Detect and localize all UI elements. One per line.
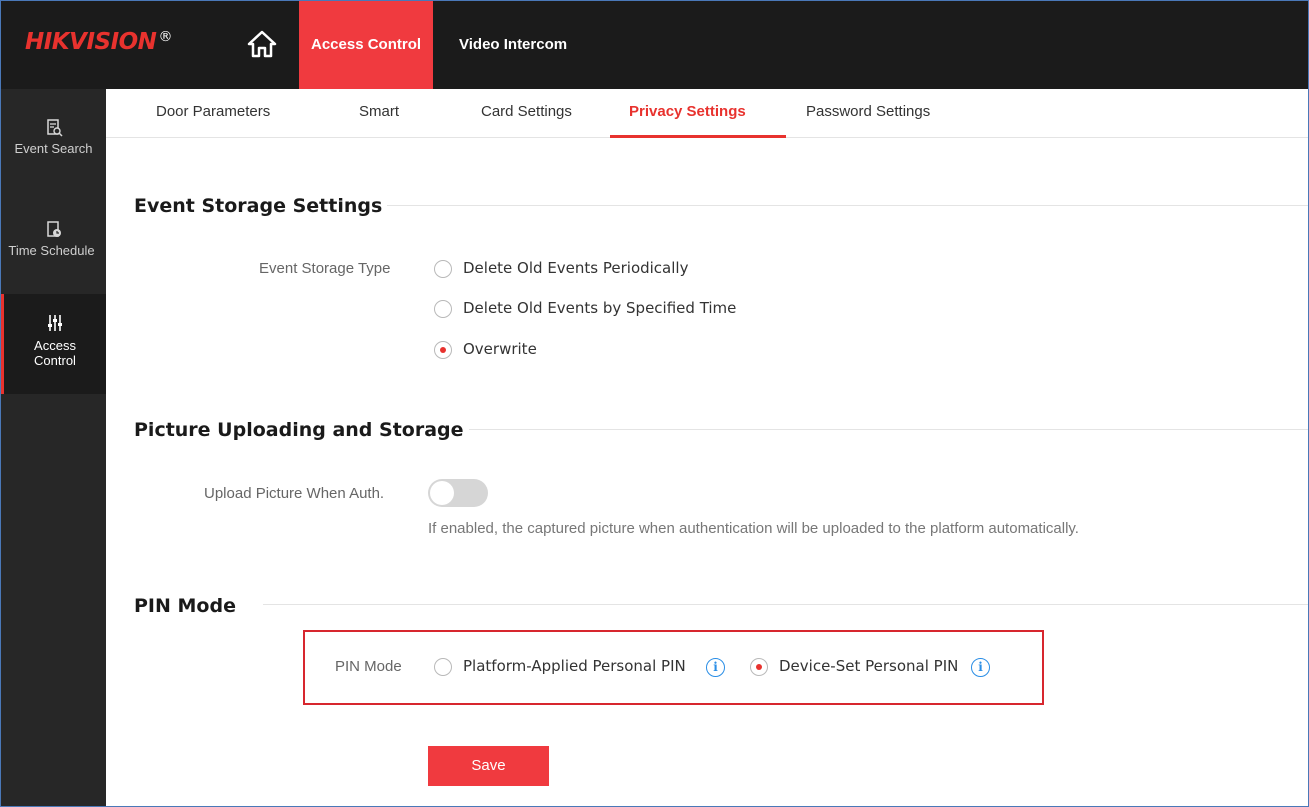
info-icon[interactable]: i	[971, 658, 990, 677]
info-icon[interactable]: i	[706, 658, 725, 677]
sidebar-item-label-line1: Access	[34, 338, 76, 353]
logo-registered-mark: ®	[158, 29, 172, 45]
upload-picture-toggle[interactable]	[428, 479, 488, 507]
sidebar-item-event-search[interactable]: Event Search	[1, 119, 106, 179]
option-label[interactable]: Delete Old Events Periodically	[463, 259, 688, 277]
event-storage-type-label: Event Storage Type	[259, 260, 391, 277]
sidebar: Event Search Time Schedule Access Contro…	[1, 89, 106, 806]
tab-access-control[interactable]: Access Control	[299, 1, 434, 89]
tab-password-settings[interactable]: Password Settings	[806, 103, 930, 120]
top-navigation-bar: HIKVISION ® Access Control Video Intercom	[1, 1, 1308, 89]
radio-delete-periodically[interactable]	[434, 260, 452, 278]
sliders-icon	[46, 314, 64, 332]
settings-tabs: Door Parameters Smart Card Settings Priv…	[106, 89, 1308, 138]
pin-mode-label: PIN Mode	[335, 658, 402, 675]
radio-overwrite[interactable]	[434, 341, 452, 359]
tab-privacy-settings[interactable]: Privacy Settings	[629, 103, 746, 120]
sidebar-item-label: Time Schedule	[8, 243, 95, 258]
event-search-icon	[45, 119, 63, 137]
radio-platform-applied-pin[interactable]	[434, 658, 452, 676]
sidebar-item-label-line2: Control	[34, 353, 76, 368]
time-schedule-icon	[45, 221, 63, 239]
sidebar-item-label: Event Search	[14, 141, 93, 156]
logo-part-hik: HIK	[25, 29, 70, 55]
app-window: HIKVISION ® Access Control Video Intercom…	[0, 0, 1309, 807]
save-button[interactable]: Save	[428, 746, 549, 786]
option-label[interactable]: Delete Old Events by Specified Time	[463, 299, 736, 317]
section-divider	[387, 205, 1308, 206]
toggle-knob	[430, 481, 454, 505]
tab-card-settings[interactable]: Card Settings	[481, 103, 572, 120]
option-label[interactable]: Platform-Applied Personal PIN	[463, 657, 686, 675]
tab-smart[interactable]: Smart	[359, 103, 399, 120]
hikvision-logo: HIKVISION ®	[25, 29, 172, 55]
sidebar-item-time-schedule[interactable]: Time Schedule	[1, 221, 106, 281]
active-tab-indicator	[610, 135, 786, 138]
section-divider	[263, 604, 1308, 605]
radio-delete-by-time[interactable]	[434, 300, 452, 318]
option-label[interactable]: Device-Set Personal PIN	[779, 657, 958, 675]
section-title-picture-uploading: Picture Uploading and Storage	[134, 419, 464, 441]
section-title-event-storage: Event Storage Settings	[134, 195, 383, 217]
tab-video-intercom[interactable]: Video Intercom	[447, 1, 579, 89]
upload-picture-hint: If enabled, the captured picture when au…	[428, 520, 1079, 537]
logo-part-vision: VISION	[69, 29, 157, 55]
home-icon[interactable]	[247, 29, 277, 59]
section-title-pin-mode: PIN Mode	[134, 595, 236, 617]
option-label[interactable]: Overwrite	[463, 340, 537, 358]
radio-device-set-pin[interactable]	[750, 658, 768, 676]
section-divider	[469, 429, 1308, 430]
upload-picture-label: Upload Picture When Auth.	[204, 485, 385, 502]
tab-door-parameters[interactable]: Door Parameters	[156, 103, 270, 120]
sidebar-item-access-control[interactable]: Access Control	[1, 294, 106, 394]
